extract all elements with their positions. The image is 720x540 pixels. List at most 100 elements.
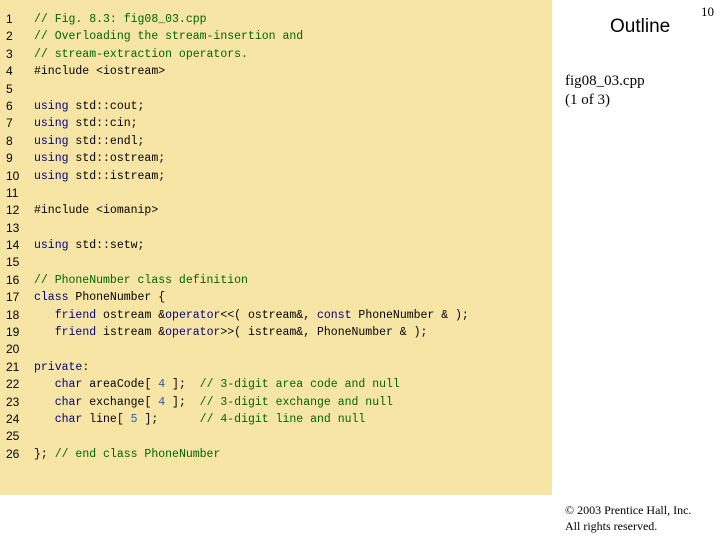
code-line: // Fig. 8.3: fig08_03.cpp	[34, 11, 469, 28]
code-text: };	[34, 447, 55, 461]
code-text: std::endl;	[68, 134, 145, 148]
code-comment: // end class PhoneNumber	[54, 447, 221, 461]
code-keyword: char	[54, 412, 83, 426]
code-text: line[	[82, 412, 131, 426]
code-text: :	[82, 360, 90, 374]
rights-line: All rights reserved.	[565, 519, 658, 533]
line-number: 21	[6, 359, 20, 374]
code-comment: // PhoneNumber class definition	[34, 273, 248, 287]
line-number: 15	[6, 255, 20, 270]
line-number: 11	[6, 185, 19, 200]
code-keyword: using	[34, 152, 69, 166]
code-keyword: operator	[165, 326, 221, 340]
code-text: ];	[165, 378, 200, 392]
code-text: ostream &	[96, 308, 166, 322]
line-number: 8	[6, 133, 13, 148]
code-line: #include <iostream>	[34, 63, 469, 80]
line-number: 23	[6, 394, 20, 409]
code-text: >>( istream&, PhoneNumber & );	[220, 326, 428, 340]
code-text: ];	[137, 412, 200, 426]
code-text: std::setw;	[68, 239, 145, 253]
line-number: 1	[6, 12, 13, 26]
code-number: 5	[130, 412, 138, 426]
code-text: ];	[165, 395, 200, 409]
code-line: // PhoneNumber class definition	[34, 272, 469, 289]
code-line: using std::cin;	[34, 115, 469, 132]
code-line: class PhoneNumber {	[34, 289, 469, 306]
code-keyword: using	[34, 239, 69, 253]
code-line: using std::istream;	[34, 168, 469, 185]
code-line: }; // end class PhoneNumber	[34, 446, 469, 463]
code-line: char exchange[ 4 ]; // 3-digit exchange …	[34, 394, 469, 411]
code-listing: // Fig. 8.3: fig08_03.cpp // Overloading …	[34, 11, 469, 463]
code-keyword: using	[34, 169, 69, 183]
code-text: std::ostream;	[68, 152, 166, 166]
line-number: 3	[6, 46, 13, 61]
code-text: istream &	[96, 326, 166, 340]
code-keyword: operator	[165, 308, 221, 322]
line-number: 16	[6, 272, 20, 287]
line-number: 26	[6, 446, 20, 461]
code-line: char areaCode[ 4 ]; // 3-digit area code…	[34, 376, 469, 393]
copyright-line: © 2003 Prentice Hall, Inc.	[565, 503, 692, 517]
code-comment: // 4-digit line and null	[199, 412, 366, 426]
line-number: 20	[6, 342, 20, 357]
code-panel: 1 2 3 4 5 6 7 8 9 10 11 12 13 14 15 16 17 18 19 20 21 22 23 24 2…	[0, 0, 552, 495]
code-text: #include <iostream>	[34, 65, 166, 79]
file-info: fig08_03.cpp (1 of 3)	[565, 72, 645, 110]
page-number: 10	[701, 4, 714, 19]
code-comment: // 3-digit exchange and null	[199, 395, 393, 409]
line-number: 24	[6, 411, 20, 426]
code-comment: // Overloading the stream-insertion and	[34, 30, 304, 44]
code-keyword: char	[54, 395, 83, 409]
line-number: 6	[6, 98, 13, 113]
line-number: 25	[6, 429, 20, 444]
code-keyword: const	[317, 308, 352, 322]
code-line: private:	[34, 359, 469, 376]
copyright-notice: © 2003 Prentice Hall, Inc. All rights re…	[565, 502, 691, 534]
code-text: areaCode[	[82, 378, 159, 392]
line-number: 13	[6, 220, 20, 235]
code-keyword: char	[54, 378, 83, 392]
code-line: char line[ 5 ]; // 4-digit line and null	[34, 411, 469, 428]
line-number: 7	[6, 116, 13, 131]
line-number: 9	[6, 151, 13, 166]
code-text: PhoneNumber & );	[351, 308, 469, 322]
code-text: <<( ostream&,	[220, 308, 317, 322]
line-number: 5	[6, 81, 13, 96]
line-number-column: 1 2 3 4 5 6 7 8 9 10 11 12 13 14 15 16 17 18 19 20 21 22 23 24 2…	[6, 11, 26, 463]
file-name: fig08_03.cpp	[565, 73, 645, 89]
code-line: using std::setw;	[34, 237, 469, 254]
code-line: // stream-extraction operators.	[34, 46, 469, 63]
code-keyword: friend	[54, 308, 97, 322]
code-text: PhoneNumber {	[68, 291, 166, 305]
code-text: std::cin;	[68, 117, 138, 131]
code-line: using std::cout;	[34, 98, 469, 115]
code-line: friend istream &operator>>( istream&, Ph…	[34, 324, 469, 341]
line-number: 12	[6, 203, 20, 218]
line-number: 4	[6, 64, 13, 79]
code-comment: // Fig. 8.3: fig08_03.cpp	[34, 13, 207, 26]
code-keyword: private	[34, 360, 83, 374]
code-line: using std::endl;	[34, 133, 469, 150]
code-keyword: using	[34, 117, 69, 131]
file-part: (1 of 3)	[565, 92, 610, 108]
line-number: 18	[6, 307, 20, 322]
code-line: using std::ostream;	[34, 150, 469, 167]
outline-heading: Outline	[610, 16, 671, 37]
code-keyword: using	[34, 134, 69, 148]
code-keyword: friend	[54, 326, 97, 340]
code-text: std::istream;	[68, 169, 166, 183]
code-keyword: class	[34, 291, 69, 305]
line-number: 19	[6, 325, 20, 340]
line-number: 10	[6, 168, 20, 183]
code-comment: // 3-digit area code and null	[199, 378, 400, 392]
